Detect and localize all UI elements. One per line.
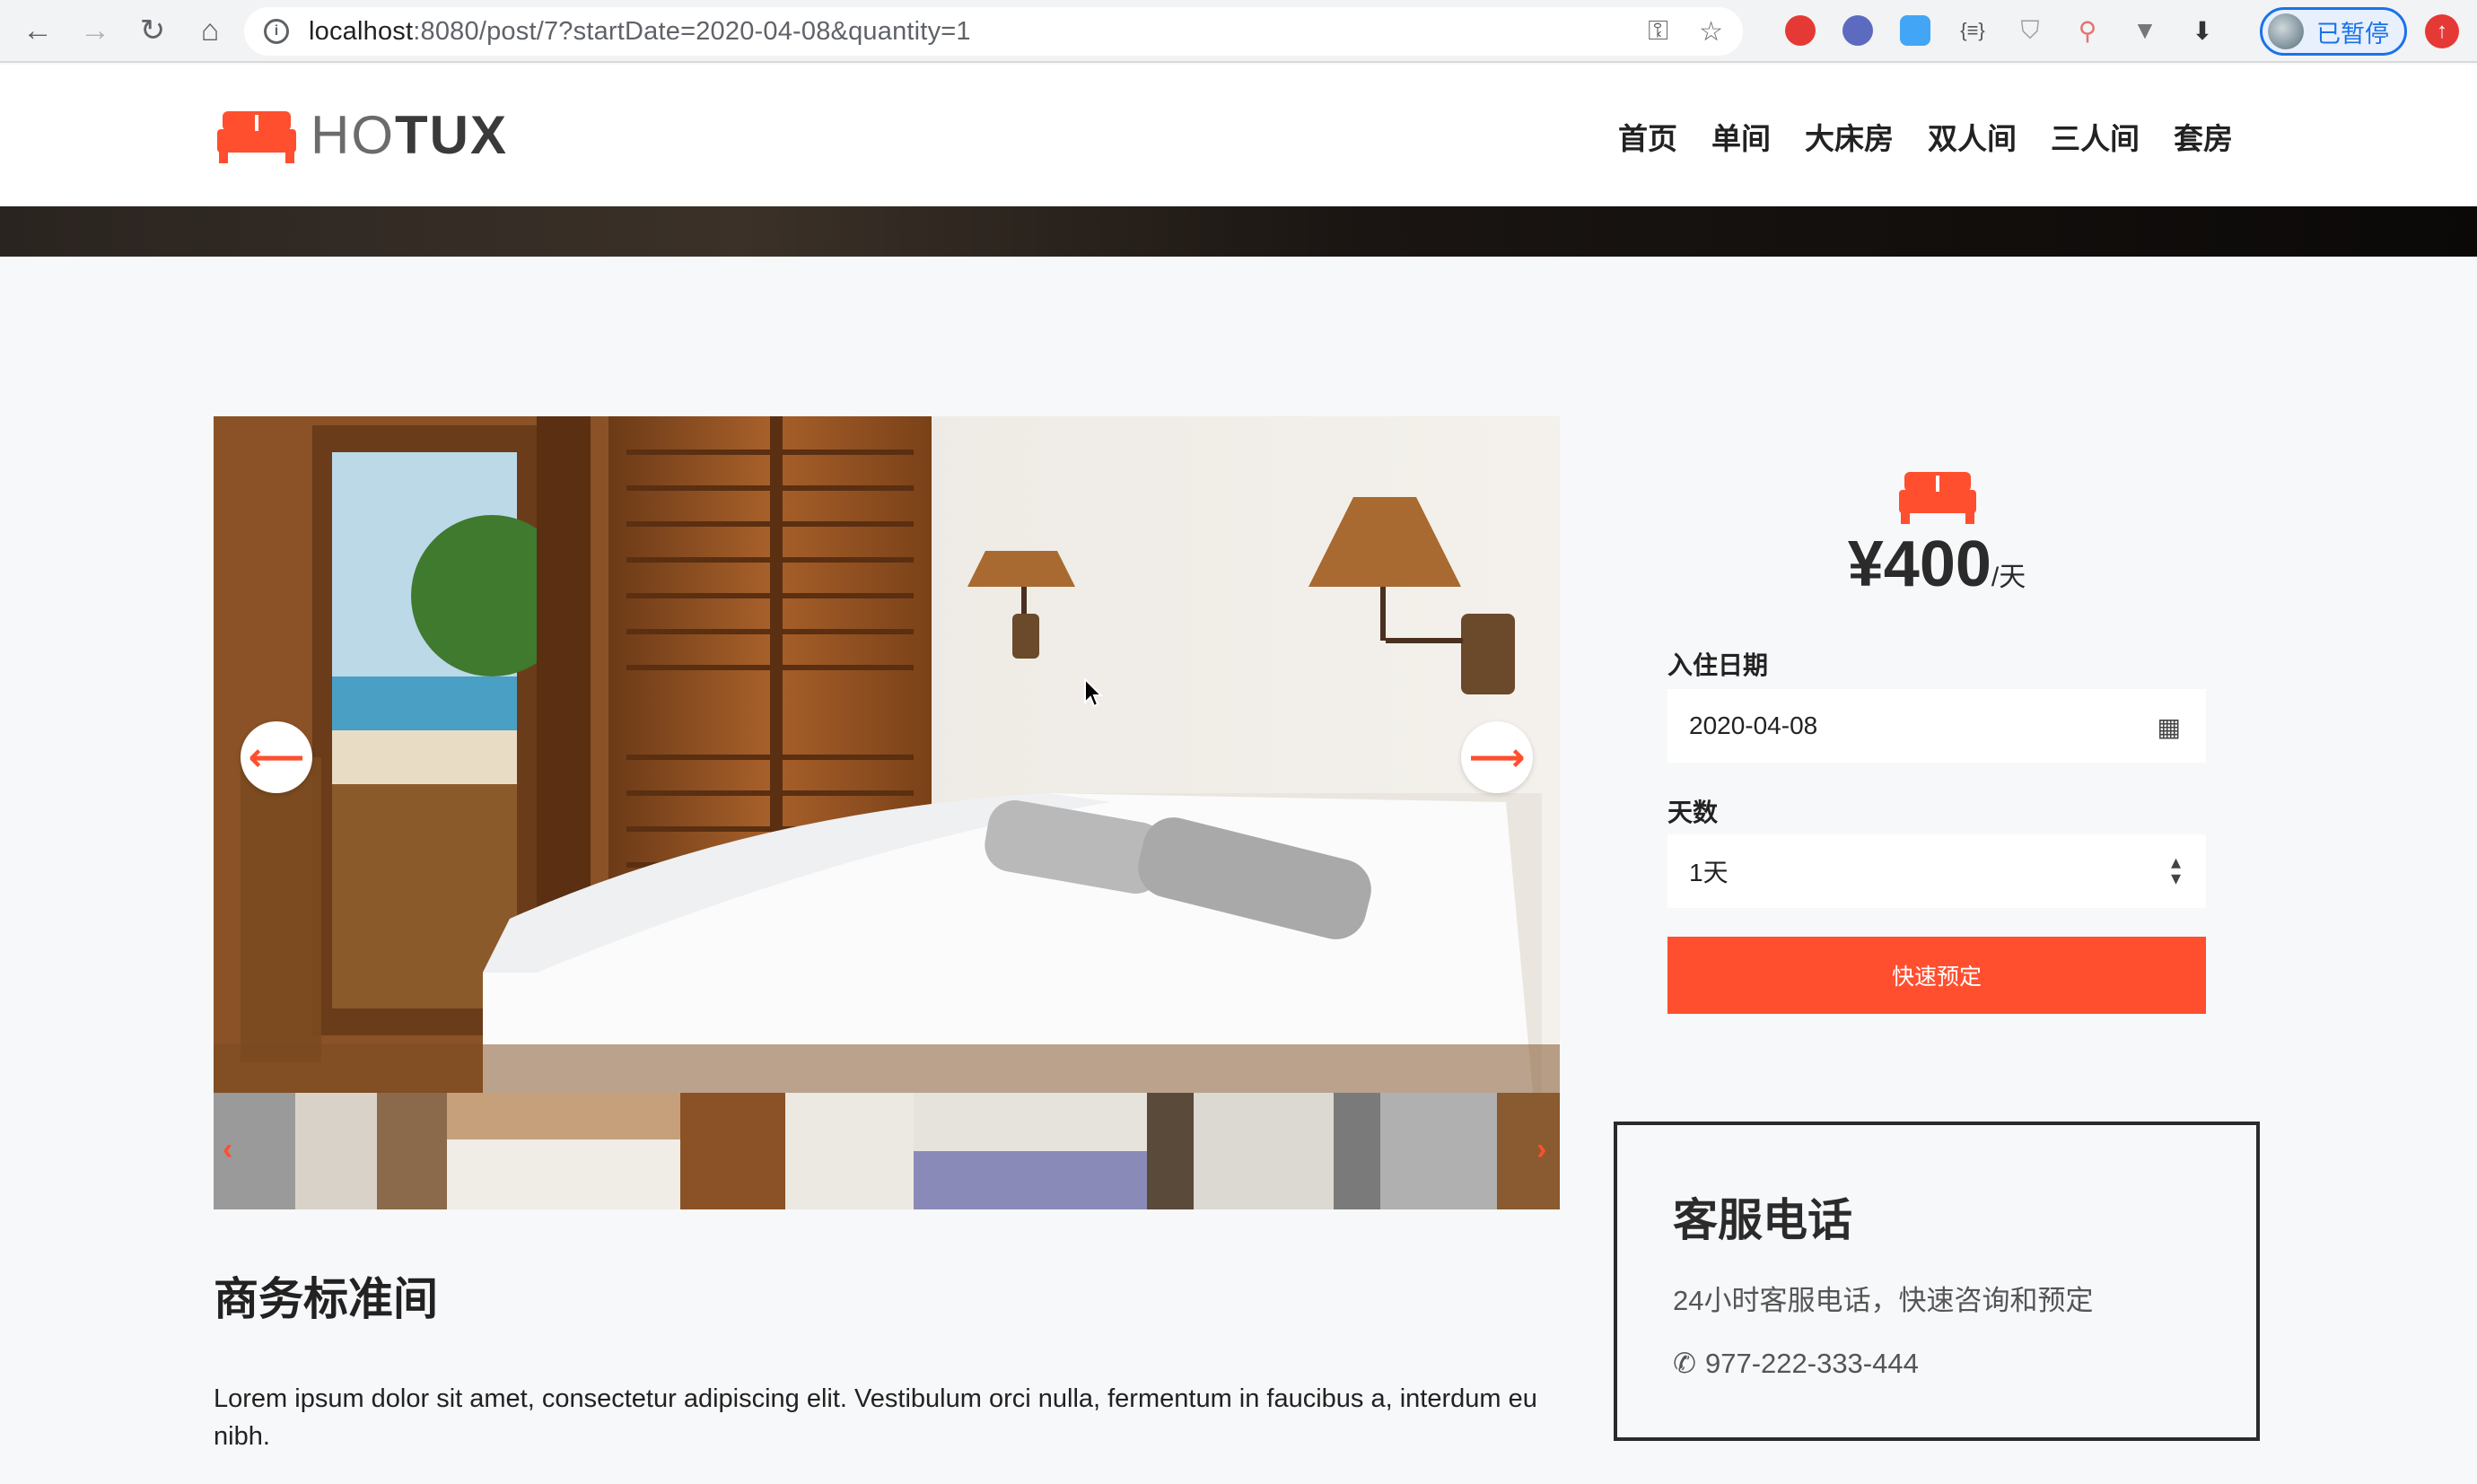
thumbnail-2[interactable] [447,1093,680,1209]
profile-status-label: 已暂停 [2316,20,2389,48]
update-alert-icon[interactable]: ↑ [2425,14,2459,48]
avatar [2268,13,2304,49]
json-extension-icon[interactable]: {≡} [1955,13,1991,48]
bed-icon [1899,472,1976,524]
room-photo [214,416,1560,1093]
site-info-icon[interactable]: i [264,19,289,44]
checkin-label: 入住日期 [1667,651,1769,679]
calendar-icon[interactable]: ▦ [2158,712,2181,742]
translate-extension-icon[interactable] [1897,13,1933,48]
reload-icon[interactable]: ↻ [133,11,172,50]
vue-extension-icon[interactable]: ▼ [2127,13,2163,48]
thumbnail-strip [214,1093,1560,1209]
download-icon[interactable]: ⬇ [2184,13,2220,48]
nav-item-double[interactable]: 双人间 [1928,115,2017,158]
thumbnail-1[interactable] [214,1093,447,1209]
profile-button[interactable]: 已暂停 [2260,7,2407,56]
thumb-prev-icon[interactable]: ‹ [223,1132,232,1167]
service-description: 24小时客服电话，快速咨询和预定 [1673,1285,2094,1316]
site-header: HOTUX 首页 单间 大床房 双人间 三人间 套房 [0,65,2477,206]
carousel-prev-button[interactable]: ⟵ [241,721,312,793]
hero-image-strip [0,206,2477,257]
shield-extension-icon[interactable]: ⛉ [2012,13,2048,48]
nav-item-single[interactable]: 单间 [1711,115,1771,158]
thumb-next-icon[interactable]: › [1536,1132,1546,1167]
carousel-next-button[interactable]: ⟶ [1461,721,1533,793]
price-amount: ¥400 [1847,528,1991,600]
check-extension-icon[interactable] [1840,13,1876,48]
nav-item-home[interactable]: 首页 [1618,115,1677,158]
key-icon[interactable]: ⚿ [1648,16,1668,47]
home-icon[interactable]: ⌂ [190,11,230,50]
days-select-value: 1天 [1689,859,1729,886]
forward-icon[interactable]: → [75,11,115,50]
site-logo[interactable]: HOTUX [214,104,508,166]
mouse-cursor-icon [1084,678,1104,708]
select-arrows-icon: ▴ ▾ [2170,851,2181,889]
nav-item-triple[interactable]: 三人间 [2051,115,2140,158]
address-bar[interactable]: i localhost:8080/post/7?startDate=2020-0… [244,7,1743,56]
checkin-date-value: 2020-04-08 [1689,711,1818,739]
url-host: localhost [309,16,414,46]
thumbnail-5[interactable] [1147,1093,1380,1209]
logo-text: HOTUX [311,105,508,165]
adblock-extension-icon[interactable] [1782,13,1818,48]
network-extension-icon[interactable]: ⚲ [2070,13,2105,48]
price-unit: /天 [1991,563,2026,592]
days-label: 天数 [1667,799,1719,826]
service-phone[interactable]: ✆ 977-222-333-444 [1673,1348,1919,1380]
main-nav: 首页 单间 大床房 双人间 三人间 套房 [1618,115,2233,158]
price-display: ¥400/天 [1667,528,2206,601]
bookmark-star-icon[interactable]: ☆ [1699,16,1723,48]
room-photo-carousel[interactable]: ⟵ ⟶ [214,416,1560,1093]
service-phone-number: 977-222-333-444 [1704,1348,1919,1379]
phone-icon: ✆ [1673,1348,1696,1379]
bed-logo-icon [217,110,296,163]
url-path: :8080/post/7?startDate=2020-04-08&quanti… [413,16,971,46]
service-title: 客服电话 [1673,1195,1852,1245]
nav-item-suite[interactable]: 套房 [2174,115,2233,158]
days-select[interactable]: 1天 ▴ ▾ [1667,834,2206,908]
thumbnail-6[interactable] [1380,1093,1560,1209]
url-text[interactable]: localhost:8080/post/7?startDate=2020-04-… [309,17,971,47]
nav-item-queen[interactable]: 大床房 [1805,115,1894,158]
room-description: Lorem ipsum dolor sit amet, consectetur … [214,1384,1537,1451]
quick-book-button[interactable]: 快速预定 [1667,937,2206,1014]
checkin-date-input[interactable]: 2020-04-08 ▦ [1667,689,2206,763]
address-bar-actions: ⚿ ☆ [1648,7,1723,56]
back-icon[interactable]: ← [18,11,57,50]
thumbnail-4[interactable] [914,1093,1147,1209]
room-title: 商务标准间 [214,1274,438,1324]
customer-service-box: 客服电话 24小时客服电话，快速咨询和预定 ✆ 977-222-333-444 [1614,1122,2260,1441]
thumbnail-3[interactable] [680,1093,914,1209]
